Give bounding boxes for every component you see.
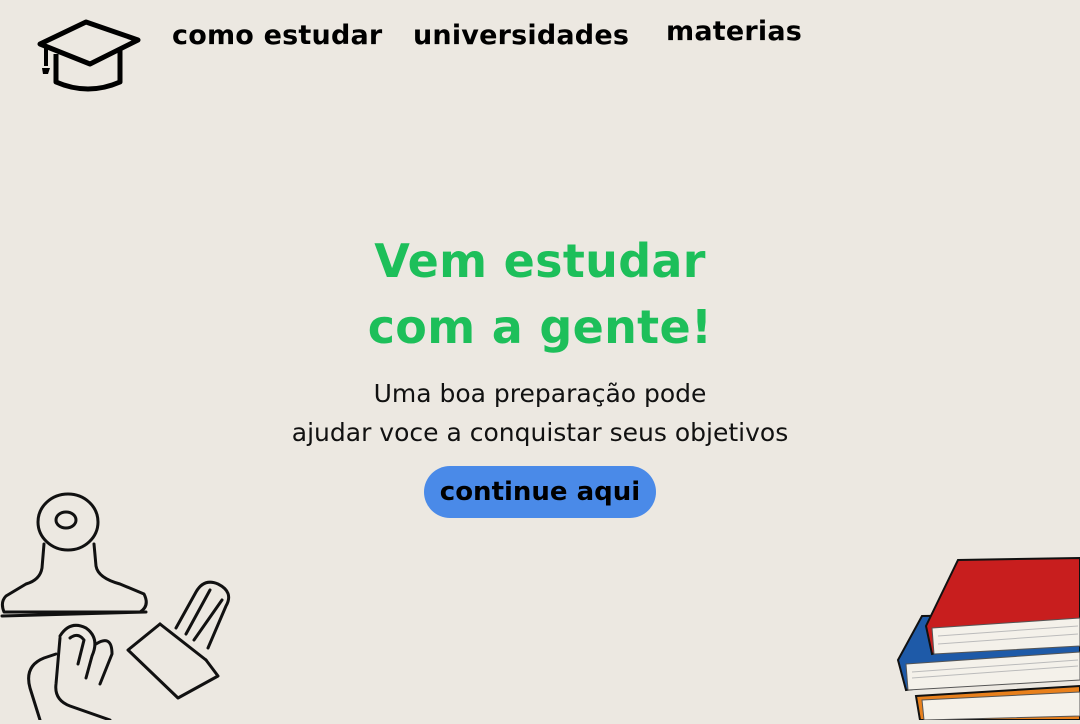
nav-materias[interactable]: materias: [666, 16, 802, 47]
hero-title: Vem estudar com a gente!: [0, 228, 1080, 360]
hero-subtitle-line2: ajudar voce a conquistar seus objetivos: [291, 418, 789, 447]
hero-subtitle-line1: Uma boa preparação pode: [373, 379, 707, 408]
nav-universidades[interactable]: universidades: [413, 20, 629, 51]
continue-button[interactable]: continue aqui: [423, 466, 657, 518]
graduation-cap-icon[interactable]: [34, 16, 144, 96]
hero-section: Vem estudar com a gente! Uma boa prepara…: [0, 228, 1080, 518]
book-stack-illustration: [892, 556, 1080, 721]
hero-title-line1: Vem estudar: [374, 234, 706, 288]
nav-como-estudar[interactable]: como estudar: [172, 20, 382, 51]
hero-subtitle: Uma boa preparação pode ajudar voce a co…: [0, 374, 1080, 452]
hero-title-line2: com a gente!: [367, 300, 713, 354]
binder-clips-illustration: [0, 488, 250, 722]
